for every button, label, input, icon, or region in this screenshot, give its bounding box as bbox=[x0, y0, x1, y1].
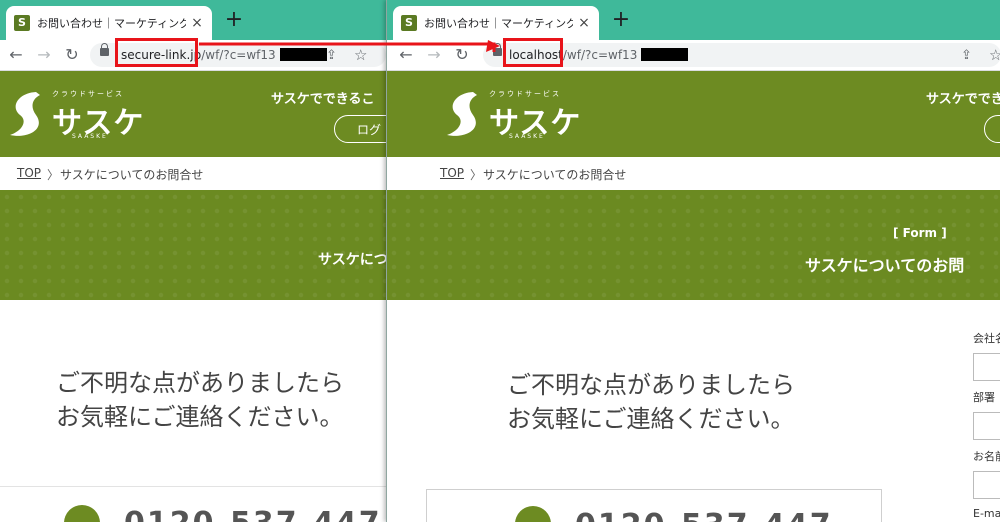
banner-form-label: [ Form ] bbox=[893, 226, 947, 240]
forward-arrow-icon[interactable]: → bbox=[34, 45, 54, 65]
back-arrow-icon[interactable]: ← bbox=[6, 45, 26, 65]
site-favicon: S bbox=[401, 15, 417, 31]
lead-line-2: お気軽にご連絡ください。 bbox=[507, 405, 795, 433]
breadcrumb-top-link[interactable]: TOP bbox=[440, 166, 464, 180]
site-header: クラウドサービス サスケ SAASKE サスケでできるこ ログ bbox=[0, 71, 386, 157]
breadcrumb-current: サスケについてのお問合せ bbox=[483, 168, 627, 182]
new-tab-button[interactable]: + bbox=[224, 9, 244, 31]
breadcrumb-separator: 〉 bbox=[470, 168, 483, 182]
site-header: クラウドサービス サスケ SAASKE サスケでできるこ ログ bbox=[387, 71, 1000, 157]
department-label: 部署 bbox=[973, 391, 995, 404]
lead-text: ご不明な点がありましたら お気軽にご連絡ください。 bbox=[56, 366, 344, 434]
lock-icon bbox=[100, 43, 109, 56]
breadcrumb-top-link[interactable]: TOP bbox=[17, 166, 41, 180]
phone-icon bbox=[64, 505, 100, 522]
red-arrow-icon bbox=[199, 40, 500, 52]
saaske-logo[interactable]: クラウドサービス サスケ SAASKE bbox=[443, 89, 580, 149]
banner-title: サスケについてのお問 bbox=[805, 256, 965, 275]
login-button[interactable]: ログ bbox=[334, 115, 386, 143]
features-nav-link[interactable]: サスケでできるこ bbox=[271, 88, 374, 107]
breadcrumb-current: サスケについてのお問合せ bbox=[60, 168, 204, 182]
breadcrumb: TOP 〉 サスケについてのお問合せ bbox=[387, 157, 1000, 190]
breadcrumb-separator: 〉 bbox=[47, 168, 60, 182]
saaske-logo[interactable]: クラウドサービス サスケ SAASKE bbox=[6, 89, 143, 149]
logo-swoosh-icon bbox=[10, 92, 40, 136]
banner-pattern bbox=[387, 190, 1000, 300]
highlight-box-left-host bbox=[115, 38, 198, 67]
redacted-block bbox=[641, 48, 689, 61]
company-name-input[interactable] bbox=[973, 353, 1000, 381]
browser-tab[interactable]: S お問い合わせ｜マーケティングオートメ × bbox=[6, 6, 212, 40]
tab-title: お問い合わせ｜マーケティングオートメ bbox=[37, 17, 186, 30]
name-label: お名前 bbox=[973, 450, 1000, 463]
logo-subtext: SAASKE bbox=[72, 133, 108, 140]
new-tab-button[interactable]: + bbox=[611, 9, 631, 31]
company-name-label: 会社名 bbox=[973, 332, 1000, 345]
reload-icon[interactable]: ↻ bbox=[62, 45, 82, 65]
department-input[interactable] bbox=[973, 412, 1000, 440]
phone-number[interactable]: 0120-537-447 bbox=[575, 508, 833, 522]
login-button[interactable]: ログ bbox=[984, 115, 1000, 143]
lead-line-2: お気軽にご連絡ください。 bbox=[56, 403, 344, 431]
logo-subtext: SAASKE bbox=[509, 133, 545, 140]
phone-number[interactable]: 0120-537-447 bbox=[124, 506, 382, 522]
page-banner: サスケにつ bbox=[0, 190, 386, 300]
tab-title: お問い合わせ｜マーケティングオートメ bbox=[424, 17, 573, 30]
page-banner: [ Form ] サスケについてのお問 bbox=[387, 190, 1000, 300]
left-browser-window: S お問い合わせ｜マーケティングオートメ × + ← → ↻ secure-li… bbox=[0, 0, 386, 522]
section-divider bbox=[0, 486, 386, 487]
logo-swoosh-icon bbox=[447, 92, 477, 136]
banner-pattern bbox=[0, 190, 386, 300]
right-browser-window: S お問い合わせ｜マーケティングオートメ × + ← → ↻ localhost… bbox=[386, 0, 1000, 522]
features-nav-link[interactable]: サスケでできるこ bbox=[926, 88, 1000, 107]
bookmark-star-icon[interactable]: ☆ bbox=[989, 46, 1000, 64]
url-path: /wf/?c=wf13 bbox=[562, 48, 638, 62]
lead-line-1: ご不明な点がありましたら bbox=[507, 371, 795, 399]
close-tab-icon[interactable]: × bbox=[190, 15, 204, 31]
share-icon[interactable]: ⇪ bbox=[961, 48, 972, 63]
lead-text: ご不明な点がありましたら お気軽にご連絡ください。 bbox=[507, 368, 795, 436]
banner-title: サスケにつ bbox=[318, 252, 386, 268]
site-favicon: S bbox=[14, 15, 30, 31]
name-input[interactable] bbox=[973, 471, 1000, 499]
breadcrumb: TOP 〉 サスケについてのお問合せ bbox=[0, 157, 386, 190]
close-tab-icon[interactable]: × bbox=[577, 15, 591, 31]
email-label: E-mail bbox=[973, 507, 1000, 520]
lead-line-1: ご不明な点がありましたら bbox=[56, 369, 344, 397]
